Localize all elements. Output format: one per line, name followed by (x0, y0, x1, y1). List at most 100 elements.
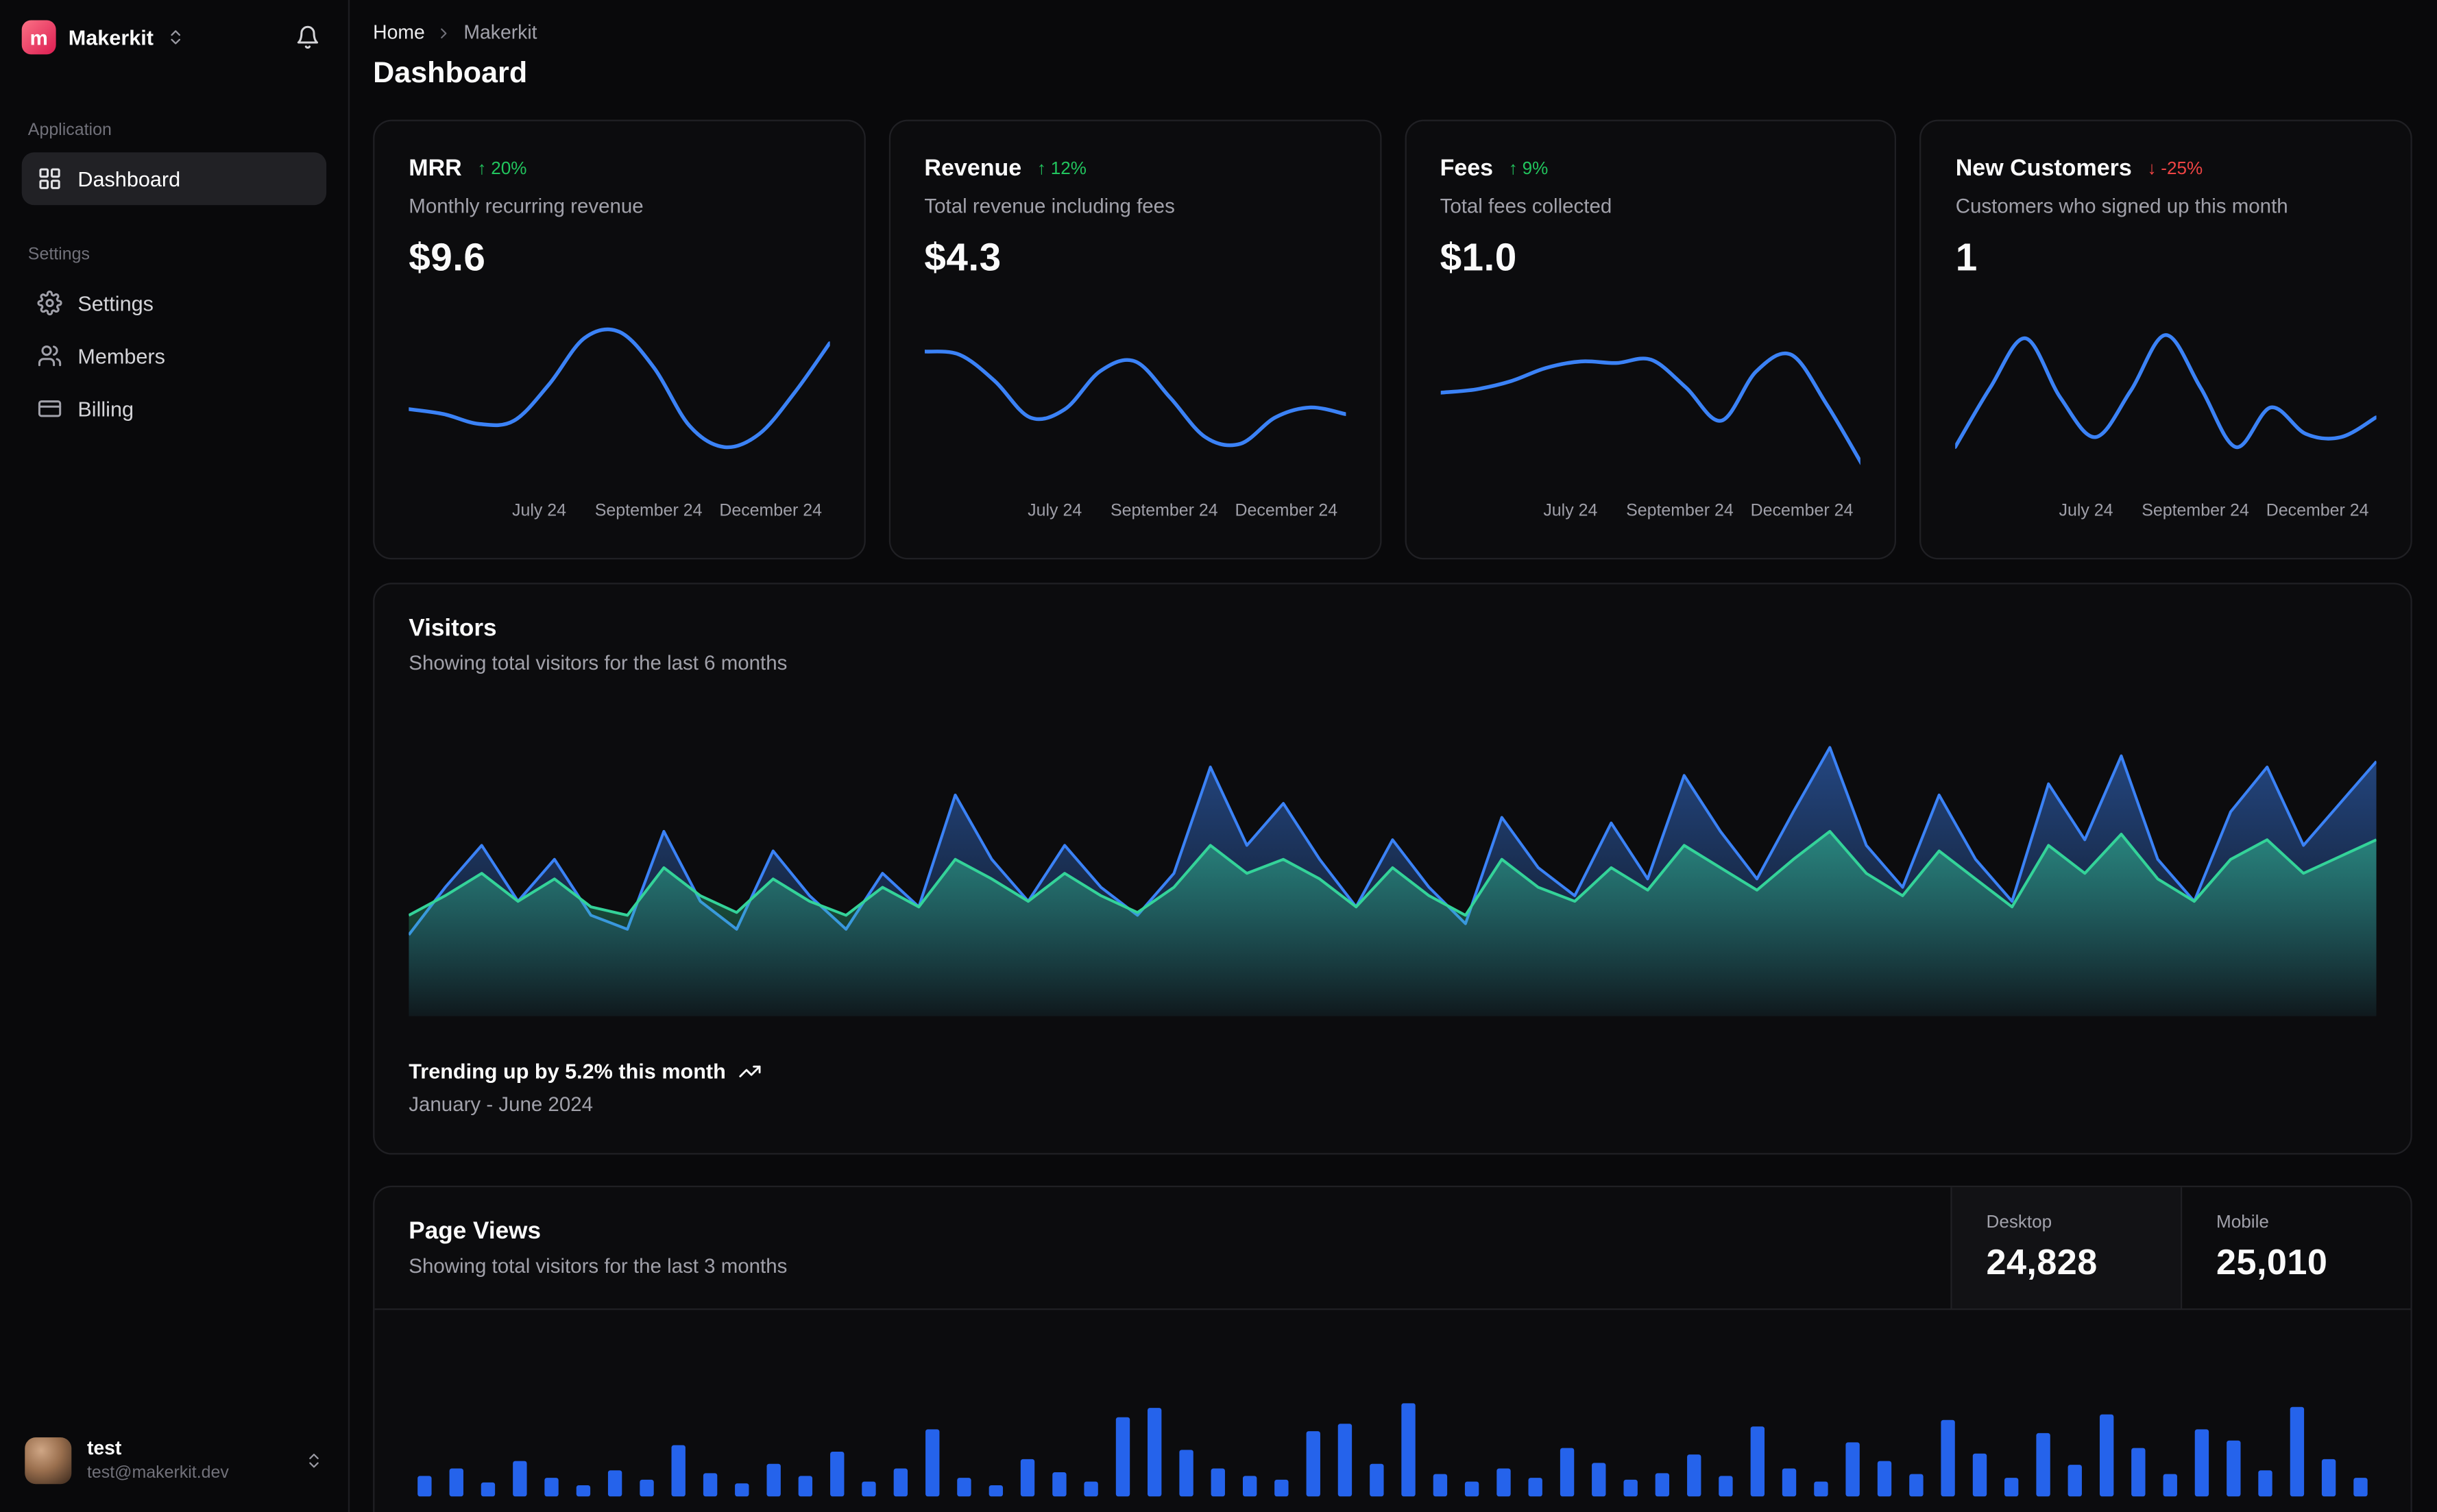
stat-label: Desktop (1986, 1212, 2052, 1232)
trend-value: 12% (1050, 159, 1087, 178)
visitors-trend: Trending up by 5.2% this month (409, 1060, 2376, 1083)
toggle-mobile[interactable]: Mobile 25,010 (2180, 1187, 2411, 1308)
stat-card-mrr: MRR ↑ 20% Monthly recurring revenue $9.6… (373, 119, 866, 560)
trend-badge: ↑ 12% (1037, 159, 1087, 178)
trending-up-icon (738, 1060, 762, 1083)
stat-value: $4.3 (924, 236, 1002, 280)
x-axis: July 24 September 24 December 24 (409, 502, 829, 524)
chevron-right-icon (436, 24, 453, 41)
arrow-down-icon: ↓ (2147, 159, 2157, 178)
x-axis-label: July 24 (2059, 502, 2113, 521)
x-axis-label: September 24 (1110, 502, 1218, 521)
workspace-selector[interactable]: m Makerkit (21, 20, 185, 55)
sidebar-item-label: Members (77, 344, 165, 368)
trend-badge: ↑ 20% (477, 159, 526, 178)
stat-title: Fees (1440, 155, 1494, 182)
visitors-period: January - June 2024 (409, 1092, 594, 1116)
x-axis-label: December 24 (719, 502, 823, 521)
grid-icon (37, 167, 62, 191)
gear-icon (37, 291, 62, 316)
x-axis-label: July 24 (512, 502, 567, 521)
user-avatar (25, 1437, 72, 1484)
breadcrumb: Home Makerkit (373, 22, 2412, 44)
visitors-subtitle: Showing total visitors for the last 6 mo… (409, 650, 788, 674)
user-name: test (86, 1438, 122, 1460)
sidebar-item-members[interactable]: Members (22, 330, 326, 382)
stat-card-new-customers: New Customers ↓ -25% Customers who signe… (1919, 119, 2412, 560)
makerkit-logo: m (21, 20, 56, 55)
stat-title: MRR (409, 155, 462, 182)
sidebar-item-billing[interactable]: Billing (22, 382, 326, 435)
sidebar-item-dashboard[interactable]: Dashboard (21, 152, 327, 206)
users-icon (37, 343, 62, 368)
x-axis: July 24 September 24 December 24 (1956, 502, 2377, 524)
page-views-subtitle: Showing total visitors for the last 3 mo… (409, 1254, 788, 1278)
section-label-application: Application (27, 121, 112, 141)
arrow-up-icon: ↑ (1508, 159, 1518, 178)
fees-sparkline-chart (1440, 351, 1861, 466)
trend-badge: ↓ -25% (2147, 159, 2203, 178)
user-meta: test test@makerkit.dev (87, 1437, 289, 1484)
page-views-header: Page Views Showing total visitors for th… (374, 1187, 2411, 1310)
stat-card-revenue: Revenue ↑ 12% Total revenue including fe… (888, 119, 1381, 560)
page-title: Dashboard (373, 57, 528, 90)
chevrons-up-down-icon (304, 1451, 323, 1470)
trend-value: -25% (2161, 159, 2203, 178)
notifications-button[interactable] (289, 19, 326, 56)
x-axis: July 24 September 24 December 24 (1440, 502, 1861, 524)
stat-description: Total revenue including fees (924, 194, 1175, 218)
arrow-up-icon: ↑ (477, 159, 487, 178)
trend-value: 9% (1522, 159, 1549, 178)
new-customers-sparkline-chart (1955, 333, 2377, 450)
arrow-up-icon: ↑ (1036, 159, 1046, 178)
x-axis-label: September 24 (2142, 502, 2249, 521)
toggle-desktop[interactable]: Desktop 24,828 (1950, 1187, 2181, 1308)
x-axis-label: July 24 (1543, 502, 1598, 521)
main-content: Home Makerkit Dashboard MRR ↑ 20% Monthl… (350, 0, 2437, 1512)
stat-card-fees: Fees ↑ 9% Total fees collected $1.0 July… (1404, 119, 1897, 560)
x-axis-label: December 24 (2266, 502, 2369, 521)
x-axis-label: December 24 (1750, 502, 1854, 521)
app-window: m Makerkit Application Dashboard Setting… (0, 0, 2437, 1512)
stat-value: $1.0 (1440, 236, 1517, 280)
sidebar-item-label: Dashboard (77, 167, 181, 191)
credit-card-icon (37, 396, 62, 421)
chevrons-up-down-icon (166, 28, 184, 47)
stat-value: 1 (1955, 236, 1978, 280)
x-axis-label: September 24 (1626, 502, 1734, 521)
visitors-card: Visitors Showing total visitors for the … (373, 583, 2412, 1155)
sidebar-item-settings[interactable]: Settings (22, 277, 326, 330)
user-menu[interactable]: test test@makerkit.dev (22, 1430, 326, 1490)
sidebar-header: m Makerkit (21, 19, 326, 56)
stat-description: Monthly recurring revenue (409, 194, 644, 218)
trend-text: Trending up by 5.2% this month (409, 1060, 726, 1084)
breadcrumb-home[interactable]: Home (373, 22, 425, 44)
mrr-sparkline-chart (409, 327, 830, 450)
sidebar-item-label: Settings (77, 291, 154, 315)
trend-value: 20% (491, 159, 527, 178)
page-views-toggles: Desktop 24,828 Mobile 25,010 (1950, 1187, 2410, 1308)
x-axis-label: July 24 (1028, 502, 1082, 521)
page-views-title: Page Views (409, 1218, 542, 1245)
x-axis-label: December 24 (1235, 502, 1338, 521)
page-views-bar-chart (417, 1403, 2368, 1497)
visitors-title: Visitors (409, 615, 497, 642)
revenue-sparkline-chart (924, 350, 1346, 448)
sidebar-item-label: Billing (77, 397, 134, 421)
stat-value: 25,010 (2216, 1241, 2328, 1282)
x-axis: July 24 September 24 December 24 (924, 502, 1345, 524)
sidebar: m Makerkit Application Dashboard Setting… (0, 0, 350, 1512)
user-email: test@makerkit.dev (86, 1463, 229, 1483)
stat-title: Revenue (924, 155, 1022, 182)
x-axis-label: September 24 (594, 502, 703, 521)
stat-description: Customers who signed up this month (1955, 194, 2288, 218)
trend-badge: ↑ 9% (1509, 159, 1549, 178)
breadcrumb-current: Makerkit (463, 21, 537, 44)
visitors-area-chart (409, 746, 2377, 1016)
page-views-card: Page Views Showing total visitors for th… (373, 1185, 2412, 1512)
section-label-settings: Settings (27, 245, 90, 265)
stat-value: 24,828 (1986, 1241, 2098, 1282)
stat-description: Total fees collected (1440, 194, 1612, 218)
stat-cards-row: MRR ↑ 20% Monthly recurring revenue $9.6… (373, 119, 2412, 560)
stat-label: Mobile (2216, 1212, 2269, 1232)
